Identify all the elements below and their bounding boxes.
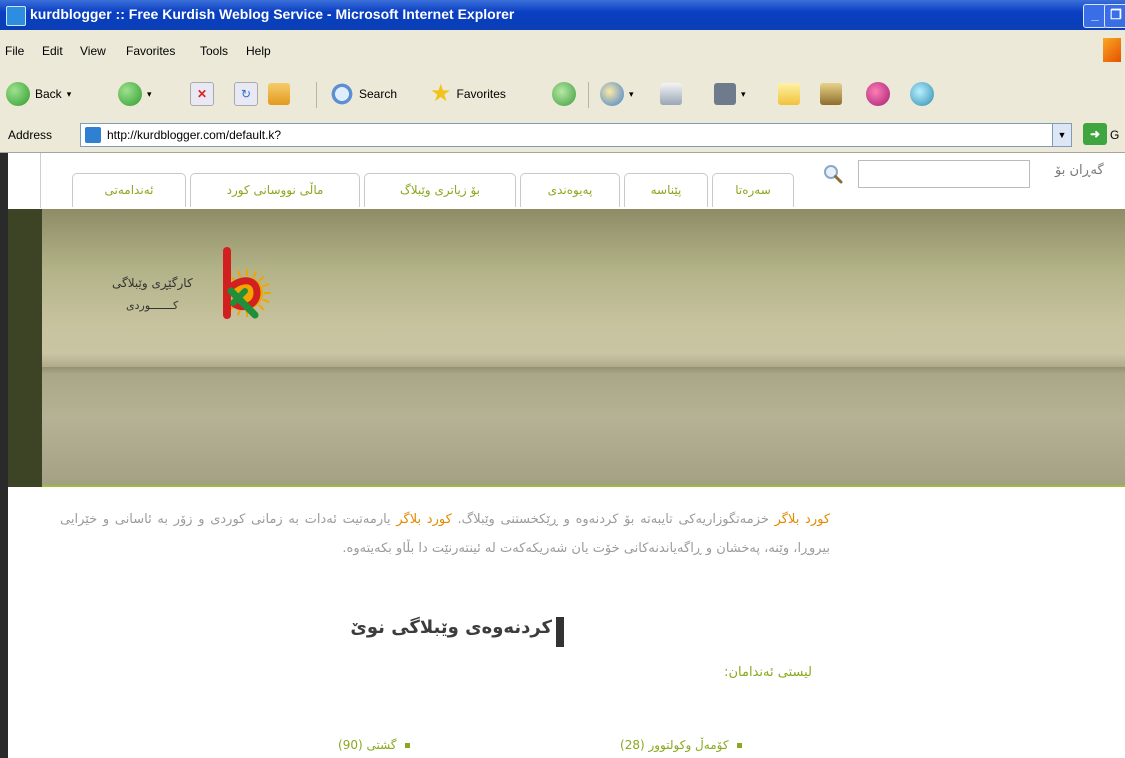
stop-icon: ✕: [190, 82, 214, 106]
favorites-button[interactable]: ★ Favorites: [430, 80, 506, 108]
site-search-label: گەڕان بۆ: [1055, 163, 1104, 178]
print-button[interactable]: [660, 80, 682, 108]
banner-left-band: [8, 209, 42, 487]
home-button[interactable]: [268, 80, 290, 108]
home-icon: [268, 83, 290, 105]
sun-ray: [258, 304, 265, 311]
menu-file[interactable]: File: [5, 44, 24, 58]
page-icon: [85, 127, 101, 143]
site-search-input[interactable]: [858, 160, 1030, 188]
people-icon: [910, 82, 934, 106]
history-button[interactable]: [552, 80, 576, 108]
address-label: Address: [8, 128, 53, 142]
star-icon: ★: [430, 80, 452, 107]
address-dropdown-button[interactable]: ▼: [1052, 124, 1071, 146]
tab-more-weblogs[interactable]: بۆ زیاتری وێبلاگ: [364, 173, 516, 207]
create-weblog-marker: [556, 617, 564, 647]
tab-about[interactable]: پێناسە: [624, 173, 708, 207]
mail-icon: [600, 82, 624, 106]
menu-help[interactable]: Help: [246, 44, 271, 58]
window-left-border: [0, 153, 8, 758]
go-label[interactable]: G: [1110, 128, 1119, 142]
window-title: kurdblogger :: Free Kurdish Weblog Servi…: [30, 6, 515, 22]
brand-link[interactable]: کورد بلاگر: [775, 512, 830, 527]
print-icon: [660, 83, 682, 105]
sun-ray: [258, 275, 265, 282]
forward-button[interactable]: ▾: [118, 80, 152, 108]
tab-membership[interactable]: ئەندامەتی: [72, 173, 186, 207]
chevron-down-icon: ▾: [629, 88, 634, 99]
category-label: گشتی (90): [338, 738, 397, 752]
tab-home[interactable]: سەرەتا: [712, 173, 794, 207]
kurdblogger-logo: [223, 247, 271, 319]
page-left-rule: [40, 153, 41, 208]
chevron-down-icon: ▾: [147, 88, 152, 99]
banner-bottom-line: [42, 485, 1125, 487]
search-icon[interactable]: [822, 163, 844, 185]
history-icon: [552, 82, 576, 106]
category-item[interactable]: گشتی (90): [338, 738, 410, 752]
back-button[interactable]: Back ▾: [6, 80, 71, 108]
maximize-button[interactable]: ❐: [1104, 4, 1125, 28]
back-label: Back: [35, 87, 62, 101]
address-url: http://kurdblogger.com/default.k?: [107, 128, 282, 142]
chevron-down-icon: ▾: [741, 88, 746, 99]
menu-view[interactable]: View: [80, 44, 106, 58]
bullet-icon: [736, 743, 742, 748]
research-button[interactable]: [820, 80, 842, 108]
go-arrow-icon[interactable]: ➜: [1083, 123, 1107, 145]
web-page: گەڕان بۆ سەرەتا پێناسە پەیوەندی بۆ زیاتر…: [0, 153, 1125, 758]
bullet-icon: [404, 743, 410, 748]
category-label: کۆمەڵ وکولتوور (28): [620, 738, 729, 752]
tab-kurdish-writers[interactable]: ماڵی نووسانی کورد: [190, 173, 360, 207]
logo-text-line2: کـــــــوردی: [126, 299, 179, 312]
menu-bar: File Edit View Favorites Tools Help: [0, 30, 1125, 71]
address-input[interactable]: http://kurdblogger.com/default.k? ▼: [80, 123, 1072, 147]
search-label: Search: [359, 87, 398, 101]
edit-button[interactable]: ▾: [714, 80, 746, 108]
tab-contact[interactable]: پەیوەندی: [520, 173, 620, 207]
members-list-heading: لیستی ئەندامان:: [724, 665, 812, 680]
brand-link[interactable]: کورد بلاگر: [396, 512, 451, 527]
sun-ray: [252, 270, 258, 278]
menu-edit[interactable]: Edit: [42, 44, 63, 58]
intro-text-1: خزمەتگوزاریەکی تایبەتە بۆ کردنەوە و ڕێکخ…: [451, 512, 775, 527]
windows-logo-icon: [1103, 38, 1121, 62]
mail-button[interactable]: ▾: [600, 80, 634, 108]
messenger-icon: [866, 82, 890, 106]
back-arrow-icon: [6, 82, 30, 106]
search-icon: [330, 82, 354, 106]
category-item[interactable]: کۆمەڵ وکولتوور (28): [620, 738, 742, 752]
contacts-button[interactable]: [910, 80, 934, 108]
banner-horizon: [42, 367, 1125, 373]
sun-ray: [236, 270, 242, 278]
chevron-down-icon: ▾: [66, 88, 72, 99]
logo-text-line1: کارگێڕی وێبلاگی: [112, 276, 193, 290]
sun-ray: [262, 282, 270, 288]
folder-button[interactable]: [778, 80, 800, 108]
header-banner: [8, 209, 1125, 487]
refresh-icon: ↻: [234, 82, 258, 106]
address-bar: Address http://kurdblogger.com/default.k…: [0, 118, 1125, 153]
toolbar-separator: [588, 82, 589, 108]
menu-tools[interactable]: Tools: [200, 44, 228, 58]
forward-arrow-icon: [118, 82, 142, 106]
create-weblog-link[interactable]: کردنەوەی وێبلاگی نوێ: [300, 617, 552, 638]
search-button[interactable]: Search: [330, 80, 397, 108]
stop-button[interactable]: ✕: [190, 80, 214, 108]
folder-icon: [778, 83, 800, 105]
menu-favorites[interactable]: Favorites: [126, 44, 175, 58]
window-title-bar: kurdblogger :: Free Kurdish Weblog Servi…: [0, 0, 1125, 30]
sun-ray: [262, 298, 270, 304]
toolbar-separator: [316, 82, 317, 108]
intro-paragraph: کورد بلاگر خزمەتگوزاریەکی تایبەتە بۆ کرد…: [60, 505, 830, 563]
messenger-button[interactable]: [866, 80, 890, 108]
favorites-label: Favorites: [456, 87, 506, 101]
ie-icon: [6, 6, 26, 26]
edit-page-icon: [714, 83, 736, 105]
research-icon: [820, 83, 842, 105]
refresh-button[interactable]: ↻: [234, 80, 258, 108]
toolbar: Back ▾ ▾ ✕ ↻ Search ★ Favorites ▾ ▾: [0, 70, 1125, 119]
